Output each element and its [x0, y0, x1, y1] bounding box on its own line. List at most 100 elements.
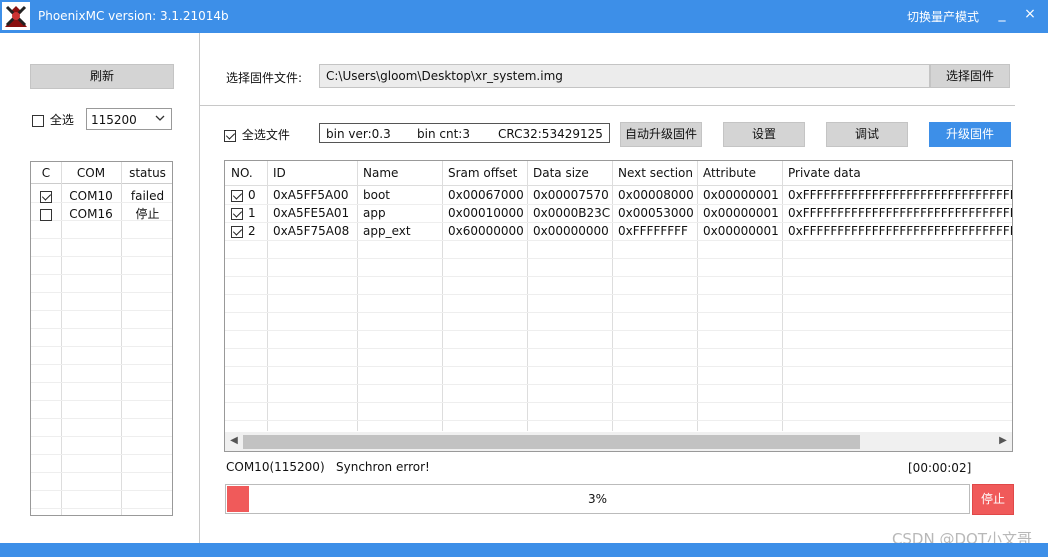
cell-next-section: 0x00008000 [618, 188, 694, 202]
cell-id: 0xA5FF5A00 [273, 188, 349, 202]
app-logo-icon [2, 2, 30, 30]
minimize-button[interactable]: _ [992, 6, 1012, 22]
select-firmware-button[interactable]: 选择固件 [930, 64, 1010, 88]
grid-line [225, 258, 1012, 259]
stop-button[interactable]: 停止 [972, 484, 1014, 515]
cell-no: 1 [231, 204, 267, 222]
title-bar: PhoenixMC version: 3.1.21014b 切换量产模式 _ × [0, 0, 1048, 33]
header-c: C [41, 166, 51, 180]
settings-button[interactable]: 设置 [723, 122, 805, 147]
row-number: 2 [248, 224, 256, 238]
cell-name: app [363, 206, 386, 220]
com-row-port: COM10 [69, 189, 113, 203]
cell-sram-offset: 0x60000000 [448, 224, 524, 238]
grid-line [225, 420, 1012, 421]
section-divider [200, 105, 1015, 106]
header-sram-offset: Sram offset [448, 166, 518, 180]
header-next-section: Next section [618, 166, 693, 180]
select-all-checkbox[interactable] [32, 114, 44, 127]
refresh-button[interactable]: 刷新 [30, 64, 174, 89]
row-checkbox[interactable] [231, 189, 243, 202]
switch-mass-production-button[interactable]: 切换量产模式 [907, 8, 979, 25]
cell-attribute: 0x00000001 [703, 224, 779, 238]
com-row-port: COM16 [69, 207, 113, 221]
scroll-right-icon[interactable]: ▶ [996, 435, 1010, 446]
header-no: NO. [231, 166, 253, 180]
table-row[interactable]: 0 0xA5FF5A00 boot 0x00067000 0x00007570 0x000… [225, 186, 1012, 204]
cell-data-size: 0x0000B23C [533, 206, 611, 220]
panel-divider [199, 33, 200, 543]
scroll-left-icon[interactable]: ◀ [227, 435, 241, 446]
grid-line [31, 292, 172, 293]
grid-line [31, 508, 172, 509]
grid-line [225, 312, 1012, 313]
cell-attribute: 0x00000001 [703, 206, 779, 220]
grid-line [31, 436, 172, 437]
grid-line [225, 240, 1012, 241]
cell-id: 0xA5F75A08 [273, 224, 350, 238]
row-checkbox[interactable] [231, 225, 243, 238]
select-all-files-checkbox[interactable] [224, 129, 236, 142]
bin-count: bin cnt:3 [417, 127, 470, 141]
select-all-files-label: 全选文件 [241, 128, 290, 142]
cell-next-section: 0xFFFFFFFF [618, 224, 688, 238]
scrollbar-thumb[interactable] [243, 435, 860, 449]
grid-line [31, 256, 172, 257]
cell-data-size: 0x00000000 [533, 224, 609, 238]
grid-line [225, 276, 1012, 277]
header-attribute: Attribute [703, 166, 756, 180]
grid-line [225, 384, 1012, 385]
row-number: 1 [248, 206, 256, 220]
cell-no: 2 [231, 222, 267, 240]
baud-rate-select[interactable]: 115200 [86, 108, 172, 130]
grid-line [225, 294, 1012, 295]
grid-line [225, 348, 1012, 349]
com-row-checkbox-cell[interactable] [31, 205, 61, 223]
table-horizontal-scrollbar[interactable]: ◀ ▶ [224, 432, 1013, 452]
window-title: PhoenixMC version: 3.1.21014b [38, 9, 229, 23]
progress-percent-label: 3% [587, 492, 608, 506]
select-all-ports[interactable]: 全选 [32, 111, 74, 128]
com-row-status: 停止 [135, 207, 160, 221]
main-panel: 刷新 全选 115200 C COM status COM10 failed COM… [0, 33, 1048, 548]
status-message: Synchron error! [336, 460, 430, 474]
grid-line [225, 330, 1012, 331]
row-checkbox[interactable] [231, 207, 243, 220]
bin-version: bin ver:0.3 [326, 127, 391, 141]
firmware-path-field[interactable]: C:\Users\gloom\Desktop\xr_system.img [319, 64, 930, 88]
crc-value: CRC32:53429125 [498, 127, 603, 141]
grid-line [31, 364, 172, 365]
grid-line [31, 472, 172, 473]
status-timer: [00:00:02] [908, 461, 972, 475]
cell-name: boot [363, 188, 391, 202]
cell-next-section: 0x00053000 [618, 206, 694, 220]
com-row-checkbox[interactable] [40, 208, 52, 221]
grid-line [225, 366, 1012, 367]
table-row[interactable]: 2 0xA5F75A08 app_ext 0x60000000 0x00000000 0x… [225, 222, 1012, 240]
close-button[interactable]: × [1020, 6, 1040, 22]
debug-button[interactable]: 调试 [826, 122, 908, 147]
com-port-table: C COM status COM10 failed COM16 停止 [30, 161, 173, 516]
cell-id: 0xA5FE5A01 [273, 206, 350, 220]
upgrade-firmware-button[interactable]: 升级固件 [929, 122, 1011, 147]
grid-line [31, 454, 172, 455]
table-row[interactable]: 1 0xA5FE5A01 app 0x00010000 0x0000B23C 0x0005… [225, 204, 1012, 222]
grid-line [225, 402, 1012, 403]
com-row-checkbox-cell[interactable] [31, 187, 61, 205]
grid-line [31, 238, 172, 239]
com-row-checkbox[interactable] [40, 190, 52, 203]
bottom-bar [0, 543, 1048, 557]
firmware-file-label: 选择固件文件: [226, 71, 303, 85]
cell-private-data: 0xFFFFFFFFFFFFFFFFFFFFFFFFFFFFFFFFFFFF [788, 206, 1012, 220]
chevron-down-icon [155, 115, 165, 121]
cell-attribute: 0x00000001 [703, 188, 779, 202]
grid-line [31, 346, 172, 347]
auto-upgrade-button[interactable]: 自动升级固件 [620, 122, 702, 147]
grid-line [31, 328, 172, 329]
cell-private-data: 0xFFFFFFFFFFFFFFFFFFFFFFFFFFFFFFFFFFFF [788, 224, 1012, 238]
cell-name: app_ext [363, 224, 411, 238]
header-name: Name [363, 166, 399, 180]
grid-line [31, 310, 172, 311]
cell-no: 0 [231, 186, 267, 204]
select-all-files[interactable]: 全选文件 [224, 126, 290, 143]
